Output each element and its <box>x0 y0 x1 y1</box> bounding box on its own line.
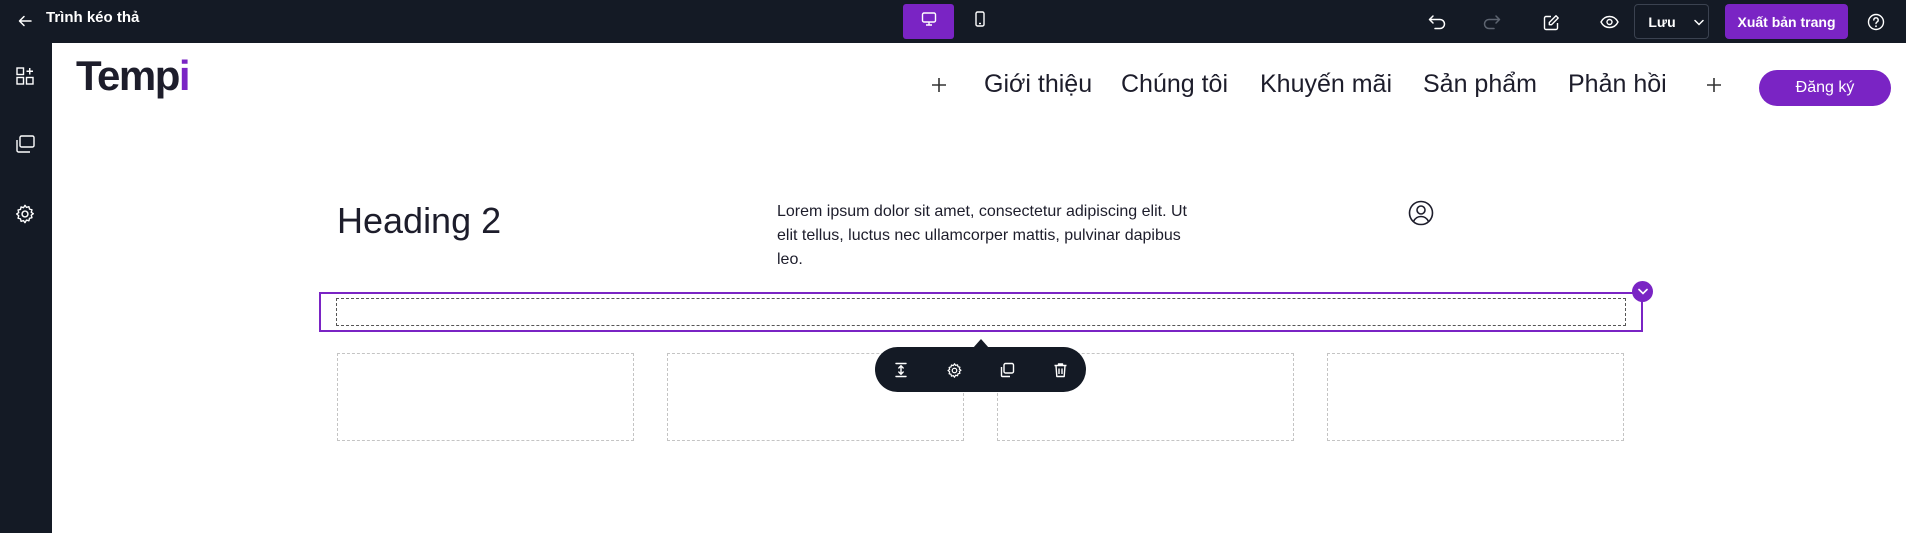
edit-icon[interactable] <box>1539 10 1563 34</box>
element-settings-icon[interactable] <box>942 358 966 382</box>
nav-add-right-icon[interactable] <box>1704 75 1724 95</box>
site-logo[interactable]: Tempi <box>76 52 191 99</box>
nav-add-left-icon[interactable] <box>929 75 949 95</box>
widgets-icon[interactable] <box>13 64 37 88</box>
desktop-icon <box>921 12 937 31</box>
text-resize-icon[interactable] <box>889 358 913 382</box>
logo-main-text: Temp <box>76 52 180 99</box>
row-options-chevron-icon[interactable] <box>1632 281 1653 302</box>
user-circle-icon[interactable] <box>1408 200 1434 226</box>
nav-item-about[interactable]: Giới thiệu <box>984 72 1092 97</box>
duplicate-icon[interactable] <box>995 358 1019 382</box>
top-bar: Trình kéo thả Lưu Xuất bản trang <box>0 0 1906 43</box>
nav-item-us[interactable]: Chúng tôi <box>1121 72 1228 97</box>
page-canvas[interactable]: Tempi Giới thiệu Chúng tôi Khuyến mãi Sả… <box>52 43 1906 533</box>
nav-item-products[interactable]: Sản phẩm <box>1423 72 1537 97</box>
empty-column-1[interactable] <box>337 353 634 441</box>
desktop-view-button[interactable] <box>903 4 954 39</box>
layers-icon[interactable] <box>13 132 37 156</box>
redo-icon[interactable] <box>1480 10 1504 34</box>
left-sidebar <box>0 43 52 533</box>
empty-row-placeholder[interactable] <box>336 298 1626 326</box>
save-button[interactable]: Lưu <box>1634 4 1690 39</box>
preview-eye-icon[interactable] <box>1597 10 1621 34</box>
logo-accent-text: i <box>178 52 191 99</box>
nav-item-feedback[interactable]: Phản hồi <box>1568 72 1667 97</box>
undo-icon[interactable] <box>1425 10 1449 34</box>
element-toolbar <box>875 347 1086 392</box>
lorem-paragraph[interactable]: Lorem ipsum dolor sit amet, consectetur … <box>777 200 1197 272</box>
mobile-icon <box>974 11 986 32</box>
chevron-down-icon <box>1693 13 1704 31</box>
save-options-dropdown[interactable] <box>1689 4 1709 39</box>
selected-row-container[interactable] <box>319 292 1643 332</box>
signup-button[interactable]: Đăng ký <box>1759 70 1891 106</box>
publish-button[interactable]: Xuất bản trang <box>1725 4 1848 39</box>
heading-2[interactable]: Heading 2 <box>337 203 501 239</box>
settings-gear-icon[interactable] <box>13 202 37 226</box>
delete-trash-icon[interactable] <box>1048 358 1072 382</box>
nav-item-promotions[interactable]: Khuyến mãi <box>1260 72 1392 97</box>
back-arrow-icon[interactable] <box>14 10 36 32</box>
app-title: Trình kéo thả <box>46 9 140 26</box>
help-icon[interactable] <box>1864 10 1888 34</box>
mobile-view-button[interactable] <box>954 4 1005 39</box>
empty-column-4[interactable] <box>1327 353 1624 441</box>
